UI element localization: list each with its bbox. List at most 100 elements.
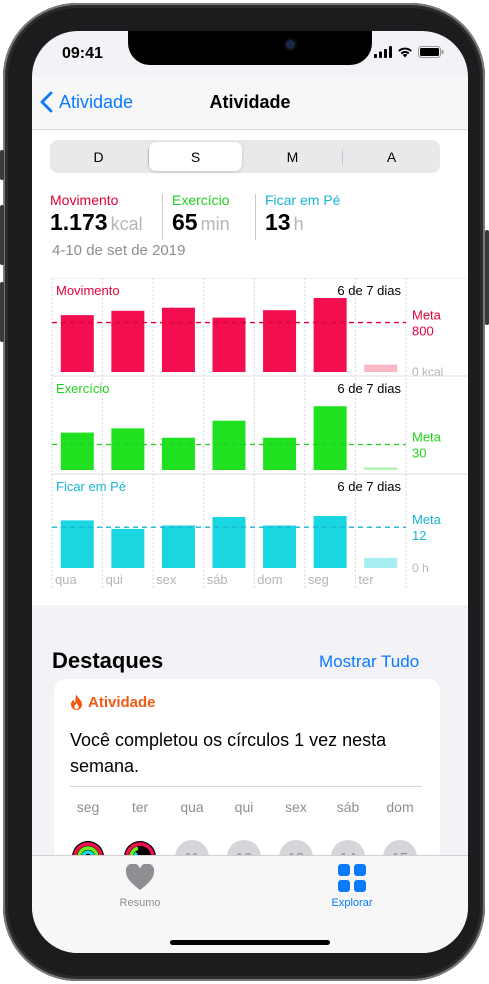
card-divider bbox=[70, 786, 422, 787]
signal-icon bbox=[374, 46, 392, 58]
notch bbox=[128, 31, 372, 65]
x-tick-label: qua bbox=[55, 572, 77, 587]
bar-exercício bbox=[313, 406, 347, 470]
stat-exercise-label: Exercício bbox=[172, 192, 230, 208]
stat-exercise: Exercício 65 min bbox=[172, 192, 230, 236]
activity-content: D S M A Movimento 1.173 kcal Exercício 65… bbox=[32, 130, 468, 605]
screen: 09:41 Atividade Atividade D S M A Movime… bbox=[32, 31, 468, 953]
bar-movimento bbox=[313, 298, 347, 372]
wifi-icon bbox=[398, 47, 412, 58]
bar-exercício bbox=[111, 428, 145, 470]
bar-exercício bbox=[364, 467, 398, 470]
stat-separator bbox=[255, 194, 256, 240]
mute-switch bbox=[0, 150, 4, 180]
day-label: sáb bbox=[336, 799, 360, 815]
bar-ficar-em-pé bbox=[212, 517, 246, 568]
x-tick-label: dom bbox=[257, 572, 282, 587]
segment-week[interactable]: S bbox=[149, 142, 242, 171]
x-tick-label: sáb bbox=[207, 572, 228, 587]
tab-resumo[interactable]: Resumo bbox=[80, 863, 200, 909]
status-icons bbox=[374, 46, 444, 58]
card-text: Você completou os círculos 1 vez nesta s… bbox=[70, 730, 387, 776]
stat-stand: Ficar em Pé 13 h bbox=[265, 192, 340, 236]
stat-move: Movimento 1.173 kcal bbox=[50, 192, 143, 236]
segment-divider bbox=[342, 149, 343, 165]
bar-movimento bbox=[111, 310, 145, 372]
goal-label: Meta bbox=[412, 430, 442, 445]
period-segmented-control: D S M A bbox=[50, 140, 440, 173]
bar-ficar-em-pé bbox=[364, 557, 398, 568]
highlights-title: Destaques bbox=[52, 648, 164, 673]
day-label: qui bbox=[234, 799, 254, 815]
bar-ficar-em-pé bbox=[313, 515, 347, 568]
panel-title: Ficar em Pé bbox=[56, 479, 126, 494]
stat-stand-label: Ficar em Pé bbox=[265, 192, 341, 208]
stat-exercise-unit: min bbox=[200, 214, 230, 234]
x-tick-label: seg bbox=[308, 572, 329, 587]
goal-label: Meta bbox=[412, 512, 442, 527]
goal-value: 800 bbox=[412, 324, 434, 339]
stat-move-unit: kcal bbox=[110, 214, 143, 234]
bar-movimento bbox=[212, 317, 246, 372]
goal-value: 12 bbox=[412, 528, 426, 543]
bar-ficar-em-pé bbox=[111, 528, 145, 568]
zero-label: 0 kcal bbox=[412, 365, 443, 379]
battery-icon bbox=[418, 46, 444, 58]
card-title: Atividade bbox=[70, 694, 156, 711]
goal-value: 30 bbox=[412, 446, 426, 461]
home-indicator bbox=[170, 940, 330, 945]
bar-movimento bbox=[60, 315, 94, 372]
stat-move-value: 1.173 kcal bbox=[50, 209, 143, 236]
zero-label: 0 h bbox=[412, 561, 429, 575]
show-all-link[interactable]: Mostrar Tudo bbox=[319, 652, 419, 672]
day-label: ter bbox=[131, 799, 149, 815]
volume-down-button bbox=[0, 282, 4, 342]
volume-up-button bbox=[0, 205, 4, 265]
camera bbox=[286, 40, 295, 49]
tab-explorar[interactable]: Explorar bbox=[292, 864, 412, 909]
day-label: dom bbox=[386, 799, 414, 815]
heart-icon bbox=[125, 863, 155, 890]
stat-stand-value: 13 h bbox=[265, 209, 340, 236]
segment-month[interactable]: M bbox=[246, 142, 339, 171]
segment-day[interactable]: D bbox=[52, 142, 145, 171]
panel-title: Movimento bbox=[56, 283, 120, 298]
grid-icon bbox=[338, 864, 366, 892]
page-title: Atividade bbox=[209, 92, 291, 112]
goal-label: Meta bbox=[412, 308, 442, 323]
day-label: sex bbox=[285, 799, 307, 815]
x-tick-label: ter bbox=[358, 572, 374, 587]
stat-separator bbox=[162, 194, 163, 240]
stat-stand-number: 13 bbox=[265, 209, 291, 235]
bar-exercício bbox=[263, 437, 297, 470]
bar-movimento bbox=[263, 310, 297, 372]
activity-chart: Movimento 6 de 7 diasMeta8000 kcalExercíc… bbox=[51, 278, 468, 590]
stat-move-label: Movimento bbox=[50, 192, 119, 208]
bar-exercício bbox=[60, 432, 94, 470]
navigation-bar: Atividade Atividade bbox=[32, 77, 468, 130]
x-tick-label: sex bbox=[156, 572, 177, 587]
stat-exercise-number: 65 bbox=[172, 209, 198, 235]
card-title-label: Atividade bbox=[88, 694, 156, 711]
side-button bbox=[485, 230, 489, 325]
segment-year[interactable]: A bbox=[345, 142, 438, 171]
bar-ficar-em-pé bbox=[263, 525, 297, 568]
panel-count: 6 de 7 dias bbox=[337, 479, 401, 494]
bar-exercício bbox=[212, 420, 246, 470]
panel-count: 6 de 7 dias bbox=[337, 381, 401, 396]
flame-icon bbox=[71, 694, 82, 710]
bar-ficar-em-pé bbox=[161, 525, 195, 568]
stat-exercise-value: 65 min bbox=[172, 209, 230, 236]
date-range: 4-10 de set de 2019 bbox=[52, 242, 186, 259]
tab-bar: Resumo Explorar bbox=[32, 855, 468, 953]
stat-move-number: 1.173 bbox=[50, 209, 108, 235]
status-time: 09:41 bbox=[62, 45, 103, 62]
bar-exercício bbox=[161, 437, 195, 470]
x-tick-label: qui bbox=[106, 572, 123, 587]
tab-explorar-label: Explorar bbox=[331, 897, 373, 909]
tab-resumo-label: Resumo bbox=[119, 897, 161, 909]
day-label: qua bbox=[180, 799, 204, 815]
bar-movimento bbox=[364, 364, 398, 372]
panel-count: 6 de 7 dias bbox=[337, 283, 401, 298]
bar-movimento bbox=[161, 307, 195, 372]
